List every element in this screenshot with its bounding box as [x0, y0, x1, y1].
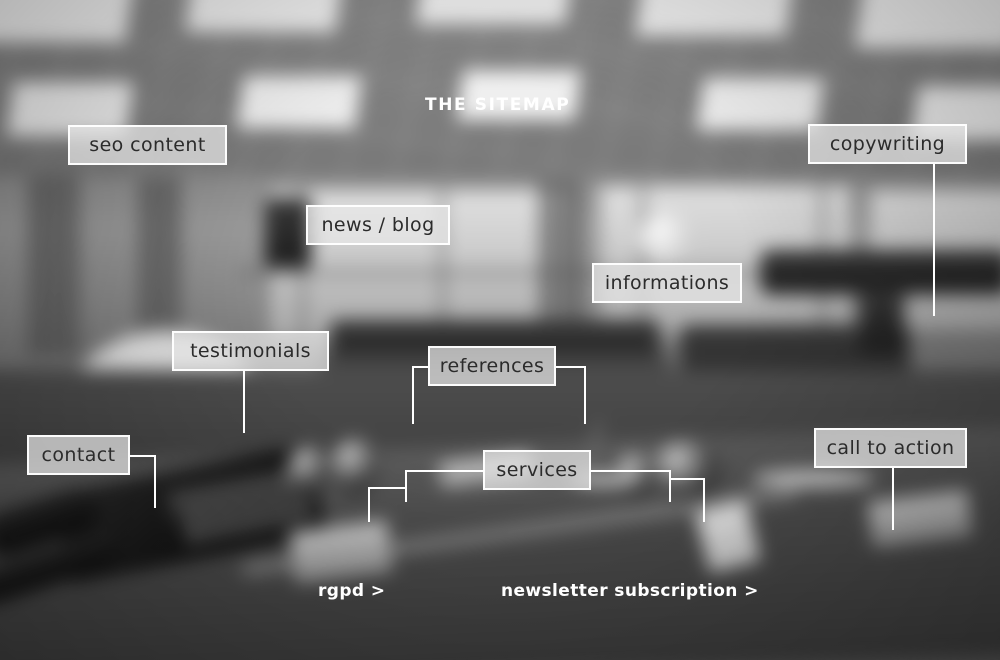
- connector-contact: [130, 455, 156, 457]
- connector-references-left: [412, 366, 429, 368]
- sitemap-node-contact[interactable]: contact: [27, 435, 130, 475]
- sitemap-link-newsletter-subscription[interactable]: newsletter subscription >: [501, 581, 759, 601]
- sitemap-node-label: news / blog: [321, 214, 435, 236]
- sitemap-node-label: contact: [41, 444, 116, 466]
- connector-services-right-1: [590, 470, 671, 472]
- connector-services-right-2: [703, 478, 705, 522]
- connector-services-left-2: [368, 487, 406, 489]
- connector-references-left: [412, 366, 414, 424]
- sitemap-node-label: call to action: [826, 437, 955, 459]
- connector-services-left-2: [368, 487, 370, 522]
- connector-testimonials-stem: [243, 371, 245, 433]
- connector-services-right-1: [669, 470, 671, 502]
- connector-call-to-action-stem: [892, 468, 894, 530]
- sitemap-node-informations[interactable]: informations: [592, 263, 742, 303]
- connector-references-right: [584, 366, 586, 424]
- sitemap-node-testimonials[interactable]: testimonials: [172, 331, 329, 371]
- sitemap-node-label: references: [439, 355, 545, 377]
- sitemap-link-rgpd[interactable]: rgpd >: [318, 581, 385, 601]
- connector-services-right-2: [669, 478, 705, 480]
- connector-services-left-1: [405, 470, 484, 472]
- sitemap-node-label: informations: [604, 272, 730, 294]
- sitemap-node-copywriting[interactable]: copywriting: [808, 124, 967, 164]
- sitemap-node-label: seo content: [89, 134, 206, 156]
- connector-contact: [154, 455, 156, 508]
- connector-copywriting-stem: [933, 164, 935, 316]
- sitemap-node-label: services: [496, 459, 578, 481]
- page-title: THE SITEMAP: [425, 95, 571, 115]
- sitemap-node-call-to-action[interactable]: call to action: [814, 428, 967, 468]
- sitemap-node-seo-content[interactable]: seo content: [68, 125, 227, 165]
- sitemap-node-references[interactable]: references: [428, 346, 556, 386]
- connector-services-left-1: [405, 470, 407, 502]
- sitemap-node-news-blog[interactable]: news / blog: [306, 205, 450, 245]
- sitemap-node-label: copywriting: [829, 133, 946, 155]
- connector-references-right: [556, 366, 586, 368]
- sitemap-screen: THE SITEMAP seo content copywriting news…: [0, 0, 1000, 660]
- sitemap-overlay: THE SITEMAP seo content copywriting news…: [0, 0, 1000, 660]
- sitemap-node-services[interactable]: services: [483, 450, 591, 490]
- sitemap-node-label: testimonials: [190, 340, 311, 362]
